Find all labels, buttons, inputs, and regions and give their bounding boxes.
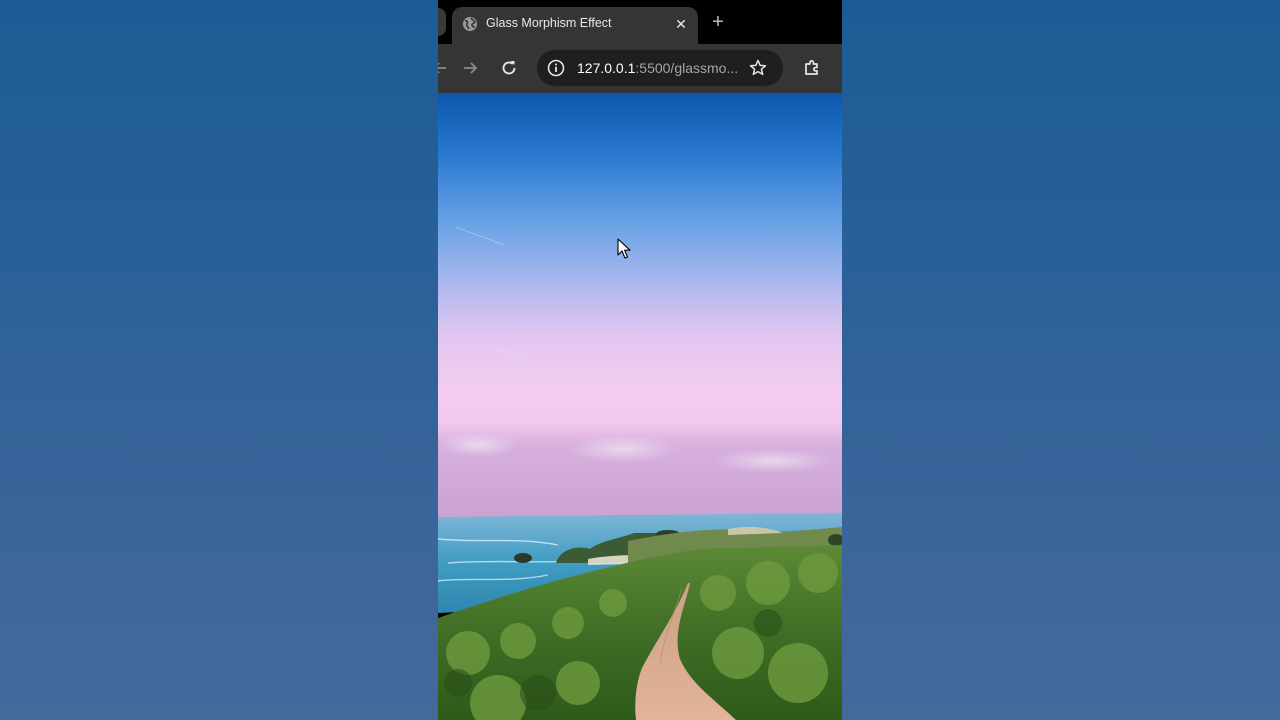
puzzle-icon[interactable] bbox=[802, 58, 822, 78]
active-tab[interactable]: Glass Morphism Effect ✕ bbox=[452, 7, 698, 44]
coastal-landscape-photo bbox=[438, 93, 842, 720]
arrow-right-icon[interactable] bbox=[460, 58, 480, 78]
plus-icon[interactable]: + bbox=[708, 12, 728, 32]
globe-icon bbox=[463, 17, 477, 31]
reload-icon[interactable] bbox=[499, 58, 519, 78]
close-icon[interactable]: ✕ bbox=[672, 15, 690, 33]
star-icon[interactable] bbox=[748, 58, 768, 78]
info-icon[interactable] bbox=[546, 58, 566, 78]
tab-title: Glass Morphism Effect bbox=[486, 16, 612, 30]
browser-toolbar: 127.0.0.1:5500/glassmo... bbox=[438, 44, 842, 121]
mouse-pointer-icon bbox=[617, 238, 631, 259]
page-viewport bbox=[438, 93, 842, 720]
tab-strip: Glass Morphism Effect ✕ + bbox=[438, 0, 842, 44]
browser-window: Glass Morphism Effect ✕ + 127.0.0.1:5500… bbox=[438, 0, 842, 720]
previous-tab-edge[interactable] bbox=[438, 8, 446, 36]
address-bar[interactable]: 127.0.0.1:5500/glassmo... bbox=[537, 50, 783, 86]
url-host: 127.0.0.1 bbox=[577, 60, 636, 76]
arrow-left-icon[interactable] bbox=[438, 58, 450, 78]
url-text[interactable]: 127.0.0.1:5500/glassmo... bbox=[577, 60, 738, 76]
url-path: :5500/glassmo... bbox=[635, 60, 739, 76]
